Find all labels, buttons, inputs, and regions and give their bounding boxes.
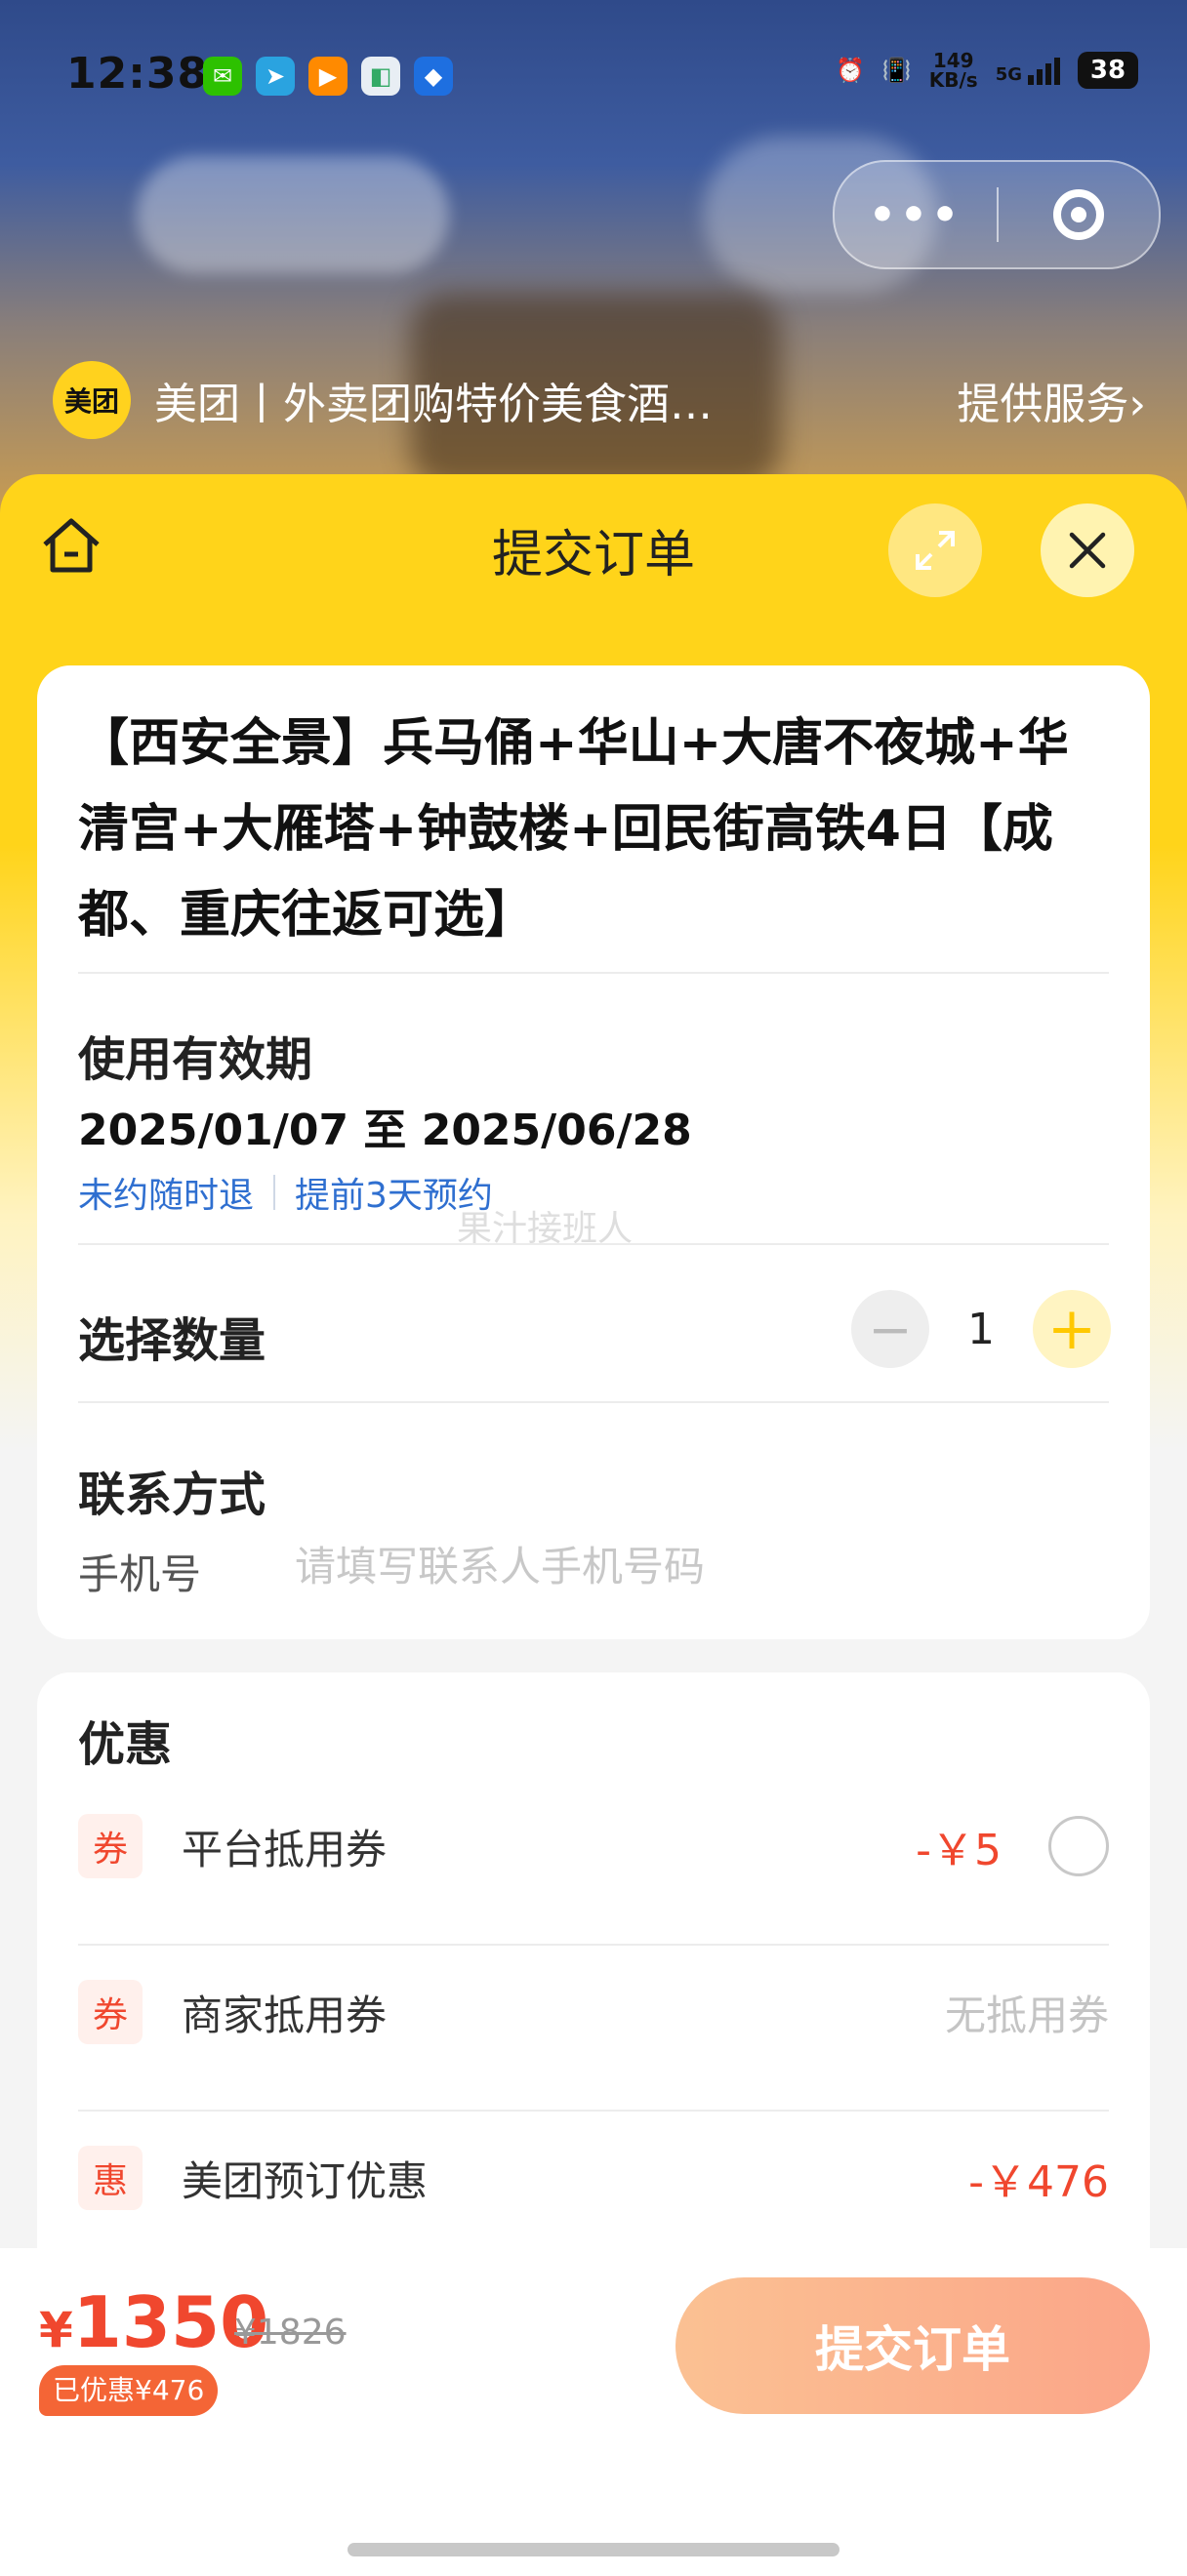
divider (78, 972, 1109, 974)
close-icon (1069, 532, 1106, 569)
quantity-label: 选择数量 (78, 1313, 266, 1368)
increase-button[interactable]: + (1033, 1290, 1111, 1368)
divider (78, 1401, 1109, 1403)
wechat-icon: ✉ (203, 57, 242, 96)
status-bar: 12:38 ✉ ➤ ▶ ◧ ◆ ⏰ 📳 149 KB/s 5G 38 (0, 0, 1187, 146)
discount-label: 美团预订优惠 (182, 2156, 429, 2205)
policy-tags: 未约随时退 提前3天预约 (78, 1167, 493, 1218)
coupon-badge: 券 (78, 1814, 143, 1878)
phone-input[interactable] (293, 1534, 1078, 1598)
telegram-icon: ➤ (256, 57, 295, 96)
discount-value: -￥5 (916, 1826, 1002, 1875)
service-provider-bar[interactable]: 美团 美团丨外卖团购特价美食酒… 提供服务› (53, 359, 1156, 441)
alarm-icon: ⏰ (835, 57, 865, 84)
vibrate-icon: 📳 (881, 57, 912, 84)
refund-tag[interactable]: 未约随时退 (78, 1167, 254, 1218)
quantity-stepper: − 1 + (851, 1290, 1111, 1368)
net-type: 5G (995, 64, 1022, 85)
battery-icon: 38 (1078, 52, 1138, 89)
bg-blur-shape (137, 156, 449, 273)
signal-bars-icon (1028, 56, 1060, 85)
miniprogram-capsule: ••• (833, 160, 1161, 269)
original-price: ¥1826 (234, 2313, 347, 2353)
discount-row-booking-offer[interactable]: 惠 美团预订优惠 -￥476 (78, 2129, 1109, 2227)
divider (78, 2110, 1109, 2112)
close-button[interactable] (1041, 503, 1134, 597)
system-indicators: ⏰ 📳 149 KB/s 5G 38 (836, 51, 1138, 90)
notification-icons: ✉ ➤ ▶ ◧ ◆ (203, 57, 453, 96)
decrease-button[interactable]: − (851, 1290, 929, 1368)
submit-order-button[interactable]: 提交订单 (675, 2277, 1150, 2414)
price-currency: ¥ (39, 2302, 73, 2358)
divider (78, 1243, 1109, 1245)
expand-icon (916, 531, 955, 570)
more-button[interactable]: ••• (835, 190, 997, 240)
page-title: 提交订单 (491, 526, 695, 584)
home-indicator[interactable] (348, 2543, 839, 2556)
discount-title: 优惠 (78, 1717, 173, 1772)
signal-indicator: 5G (996, 56, 1060, 85)
discount-row-merchant-coupon[interactable]: 券 商家抵用券 无抵用券 (78, 1963, 1109, 2061)
video-app-icon: ▶ (308, 57, 348, 96)
contact-label: 联系方式 (78, 1468, 266, 1522)
savings-badge: 已优惠¥476 (39, 2365, 219, 2416)
validity-range: 2025/01/07 至 2025/06/28 (78, 1106, 692, 1155)
network-speed: 149 KB/s (929, 51, 978, 90)
exit-miniprogram-button[interactable] (999, 189, 1159, 240)
provider-service-link[interactable]: 提供服务› (957, 369, 1146, 431)
expand-button[interactable] (888, 503, 982, 597)
quantity-value: 1 (967, 1304, 995, 1354)
news-app-icon: ◧ (361, 57, 400, 96)
meituan-logo: 美团 (53, 361, 131, 439)
product-card: 【西安全景】兵马俑+华山+大唐不夜城+华清宫+大雁塔+钟鼓楼+回民街高铁4日【成… (37, 665, 1150, 1639)
coupon-radio[interactable] (1048, 1816, 1109, 1876)
discount-label: 商家抵用券 (182, 1991, 388, 2039)
coupon-badge: 券 (78, 1980, 143, 2044)
net-speed-value: 149 (932, 49, 974, 72)
discount-value: -￥476 (968, 2157, 1109, 2207)
net-speed-unit: KB/s (928, 68, 978, 92)
discount-label: 平台抵用券 (182, 1825, 388, 1873)
product-title: 【西安全景】兵马俑+华山+大唐不夜城+华清宫+大雁塔+钟鼓楼+回民街高铁4日【成… (78, 714, 1069, 945)
cloud-app-icon: ◆ (414, 57, 453, 96)
checkout-bar: ¥1350 ¥1826 已优惠¥476 提交订单 (0, 2248, 1187, 2576)
sheet-header: 提交订单 (0, 474, 1187, 621)
discount-value: 无抵用券 (944, 1991, 1109, 2039)
tag-divider (273, 1175, 276, 1210)
phone-label: 手机号 (78, 1550, 202, 1598)
provider-name: 美团丨外卖团购特价美食酒… (154, 380, 713, 429)
offer-badge: 惠 (78, 2146, 143, 2210)
divider (78, 1944, 1109, 1946)
target-icon (1053, 189, 1104, 240)
validity-label: 使用有效期 (78, 1032, 313, 1087)
discount-row-platform-coupon[interactable]: 券 平台抵用券 -￥5 (78, 1797, 1109, 1895)
status-time: 12:38 (66, 49, 209, 99)
